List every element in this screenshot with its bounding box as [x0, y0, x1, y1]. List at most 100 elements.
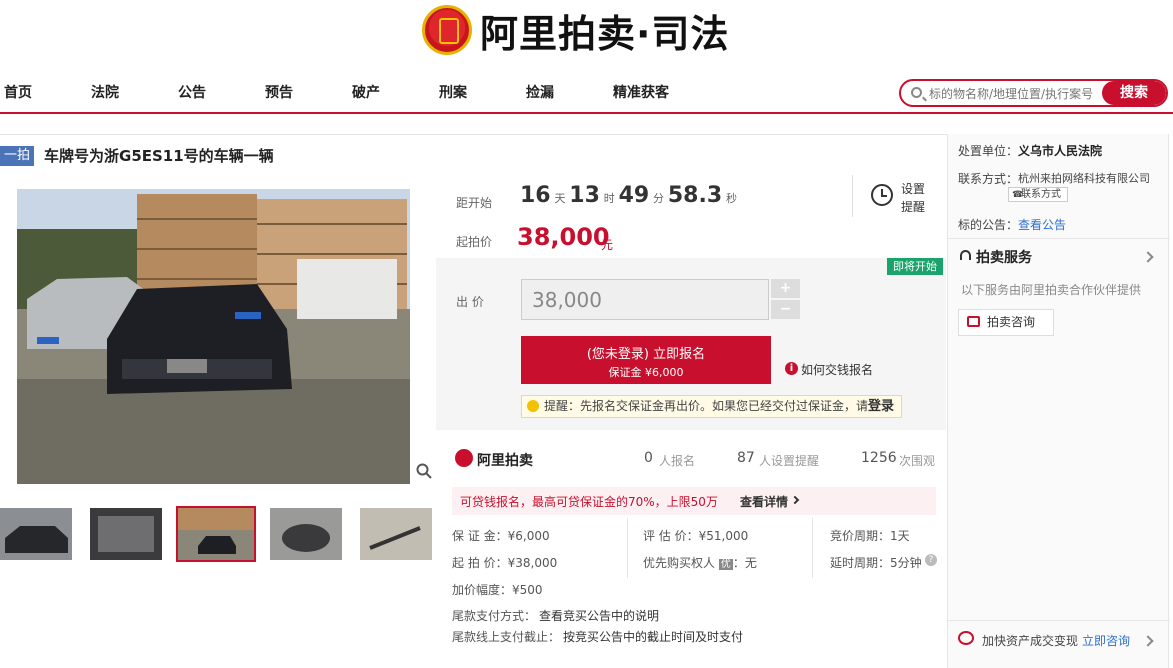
- reminder-count: 87: [737, 450, 755, 466]
- countdown-days: 16: [520, 183, 551, 208]
- start-price-value: 38,000: [517, 223, 610, 251]
- thumbnail-image: [90, 508, 162, 560]
- reminder-count-label: 人设置提醒: [759, 454, 820, 468]
- increment-info: 加价幅度：¥500: [452, 583, 543, 597]
- signup-line-1: (您未登录) 立即报名: [586, 347, 706, 362]
- delay-cycle-info: 延时周期：5分钟: [830, 556, 922, 570]
- loan-notice-text: 可贷钱报名，最高可贷保证金的70%，上限50万: [460, 495, 718, 509]
- thumbnail-2[interactable]: [90, 508, 162, 560]
- view-count-label: 次围观: [899, 454, 936, 468]
- nav-item-home[interactable]: 首页: [4, 82, 32, 102]
- auction-consult-label: 拍卖咨询: [987, 315, 1036, 329]
- nav-item-criminal[interactable]: 刑案: [439, 82, 467, 102]
- chevron-right-icon[interactable]: [1142, 251, 1154, 263]
- disposal-unit-value: 义乌市人民法院: [1018, 144, 1103, 158]
- consult-now-link[interactable]: 立即咨询: [1082, 632, 1130, 649]
- search-button[interactable]: 搜索: [1102, 81, 1166, 105]
- help-icon[interactable]: ?: [925, 554, 937, 566]
- bidding-cycle-info: 竞价周期：1天: [830, 529, 910, 543]
- set-reminder-label-2[interactable]: 提醒: [901, 198, 925, 215]
- divider: [627, 518, 628, 578]
- priority-buyer-value: ：无: [732, 556, 757, 570]
- page-title: 车牌号为浙G5ES11号的车辆一辆: [44, 147, 274, 165]
- main-photo[interactable]: [17, 189, 410, 484]
- loan-details-link[interactable]: 查看详情: [740, 493, 788, 510]
- nav-item-preview[interactable]: 预告: [265, 82, 293, 102]
- notice-label: 标的公告：: [958, 218, 1019, 232]
- asset-speedup-icon: [958, 631, 974, 645]
- days-unit: 天: [554, 192, 566, 205]
- phone-icon: ☎: [1012, 190, 1024, 200]
- hours-unit: 时: [603, 192, 615, 205]
- nav-item-precise[interactable]: 精准获客: [613, 82, 669, 102]
- auction-consult-button[interactable]: 拍卖咨询: [958, 309, 1054, 336]
- set-reminder-label-1[interactable]: 设置: [901, 180, 925, 197]
- how-to-pay-link[interactable]: 如何交钱报名: [801, 361, 873, 378]
- signup-count-label: 人报名: [659, 454, 696, 468]
- minutes-unit: 分: [653, 192, 665, 205]
- priority-buyer-label: 优先购买权人: [643, 556, 716, 570]
- seconds-unit: 秒: [725, 192, 737, 205]
- site-logo[interactable]: 阿里拍卖·司法: [422, 2, 729, 58]
- alarm-clock-icon[interactable]: [871, 184, 893, 206]
- signup-button[interactable]: (您未登录) 立即报名 保证金 ¥6,000: [521, 336, 771, 384]
- divider: [948, 238, 1170, 239]
- view-notice-link[interactable]: 查看公告: [1018, 216, 1066, 233]
- thumbnail-3[interactable]: [176, 506, 256, 562]
- bid-label: 出 价: [456, 295, 484, 309]
- thumbnail-5[interactable]: [360, 508, 432, 560]
- headset-icon: [960, 250, 971, 260]
- countdown-minutes: 49: [618, 183, 650, 208]
- speedup-text: 加快资产成交变现: [982, 634, 1079, 648]
- login-link[interactable]: 登录: [868, 399, 894, 414]
- zoom-icon[interactable]: [416, 463, 432, 479]
- reminder-text: 提醒：先报名交保证金再出价。如果您已经交付过保证金，请: [544, 399, 869, 413]
- start-price-unit: 元: [601, 238, 614, 252]
- priority-badge: 优: [718, 559, 733, 570]
- thumbnail-image: [360, 508, 432, 560]
- info-icon: i: [785, 362, 798, 375]
- countdown: 16 天 13 时 49 分 58.3 秒: [520, 183, 737, 208]
- search-input[interactable]: [929, 84, 1099, 104]
- login-reminder: 提醒：先报名交保证金再出价。如果您已经交付过保证金，请登录: [521, 395, 902, 418]
- chevron-right-icon[interactable]: [1142, 635, 1154, 647]
- priority-buyer-info: 优先购买权人 优：无: [643, 554, 757, 571]
- start-countdown-label: 距开始: [456, 196, 493, 210]
- divider: [0, 134, 947, 135]
- nav-item-bankruptcy[interactable]: 破产: [352, 82, 380, 102]
- nav-item-announcement[interactable]: 公告: [178, 82, 206, 102]
- appraisal-info: 评 估 价：¥51,000: [643, 529, 749, 543]
- thumbnail-4[interactable]: [270, 508, 342, 560]
- nav-item-court[interactable]: 法院: [91, 82, 119, 102]
- lightbulb-icon: [527, 400, 539, 412]
- deposit-line: 保证金 ¥6,000: [608, 366, 684, 379]
- contact-company: 杭州来拍网络科技有限公司: [1018, 172, 1150, 185]
- countdown-hours: 13: [569, 183, 600, 208]
- divider: [812, 518, 813, 578]
- service-title: 拍卖服务: [976, 250, 1032, 266]
- deposit-info: 保 证 金：¥6,000: [452, 529, 550, 543]
- court-emblem-icon: [422, 5, 472, 55]
- final-payment-label: 尾款支付方式：: [452, 609, 537, 623]
- price-increase-button[interactable]: +: [771, 279, 800, 298]
- thumbnail-image: [0, 508, 72, 560]
- search-icon: [911, 87, 922, 98]
- car-photo-image: [17, 189, 410, 484]
- contact-method-label: 联系方式: [1021, 189, 1061, 200]
- divider: [948, 620, 1170, 621]
- bid-price-input[interactable]: 38,000: [521, 279, 769, 320]
- loan-notice: 可贷钱报名，最高可贷保证金的70%，上限50万 查看详情: [452, 487, 936, 515]
- logo-text: 阿里拍卖·司法: [480, 11, 730, 56]
- ali-auction-logo-icon: [455, 449, 473, 467]
- nav-item-bargain[interactable]: 捡漏: [526, 82, 554, 102]
- upcoming-badge: 即将开始: [887, 258, 943, 275]
- price-decrease-button[interactable]: −: [771, 300, 800, 319]
- thumbnail-1[interactable]: [0, 508, 72, 560]
- contact-method-button[interactable]: ☎ 联系方式: [1008, 187, 1068, 202]
- side-panel: 处置单位： 义乌市人民法院 联系方式： 杭州来拍网络科技有限公司 标的公告： 查…: [947, 134, 1170, 668]
- divider: [852, 175, 853, 217]
- search-bar: 搜索: [899, 79, 1168, 107]
- contact-label: 联系方式：: [958, 172, 1019, 186]
- auction-round-tag: 一拍: [0, 146, 34, 166]
- thumbnail-image: [270, 508, 342, 560]
